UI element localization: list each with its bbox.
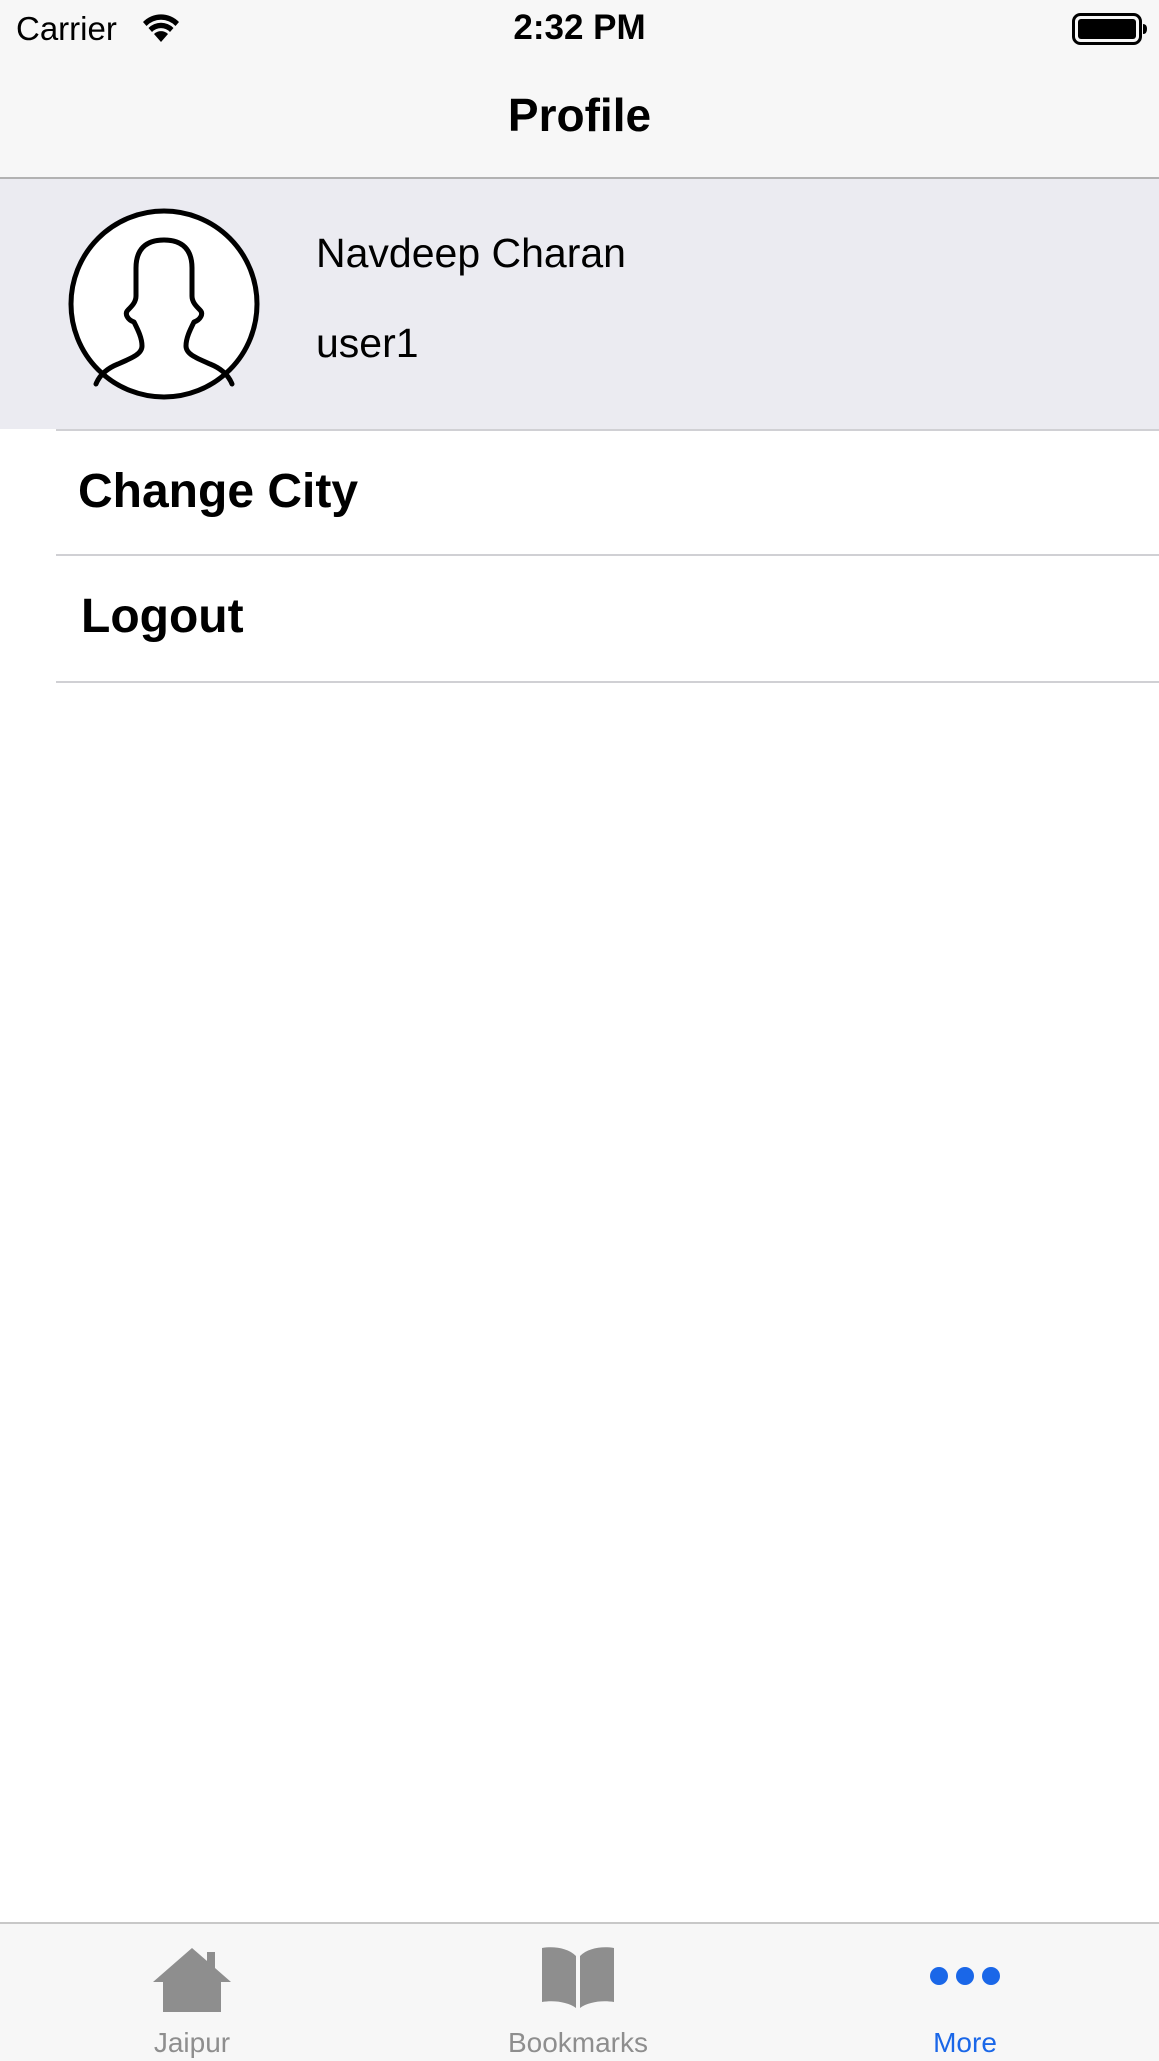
tab-jaipur-label: Jaipur bbox=[153, 2027, 231, 2058]
change-city-label: Change City bbox=[78, 465, 359, 518]
status-bar: Carrier 2:32 PM bbox=[0, 0, 1159, 58]
tab-bookmarks-label: Bookmarks bbox=[507, 2027, 649, 2058]
page-title: Profile bbox=[507, 89, 652, 141]
tab-bookmarks[interactable]: Bookmarks bbox=[428, 1924, 728, 2061]
tab-more[interactable]: More bbox=[815, 1924, 1115, 2061]
tab-bar: Jaipur Bookmarks More bbox=[0, 1922, 1159, 2061]
open-book-icon bbox=[542, 1947, 614, 2008]
battery-icon bbox=[1072, 13, 1147, 45]
more-dots-icon bbox=[930, 1967, 1000, 1985]
clock: 2:32 PM bbox=[513, 8, 646, 47]
user-silhouette-icon bbox=[68, 208, 260, 400]
user-name: Navdeep Charan bbox=[316, 230, 626, 276]
change-city-row[interactable]: Change City bbox=[56, 429, 1159, 556]
username: user1 bbox=[316, 320, 419, 366]
logout-row[interactable]: Logout bbox=[56, 556, 1159, 683]
navigation-bar: Profile bbox=[0, 58, 1159, 179]
tab-more-label: More bbox=[933, 2027, 997, 2058]
profile-header: Navdeep Charan user1 bbox=[0, 179, 1159, 429]
house-icon bbox=[153, 1948, 231, 2012]
logout-label: Logout bbox=[81, 590, 244, 643]
profile-screen: Carrier 2:32 PM Profile Navdeep Charan u… bbox=[0, 0, 1159, 2061]
tab-jaipur[interactable]: Jaipur bbox=[42, 1924, 342, 2061]
profile-menu-list: Change City Logout bbox=[0, 429, 1159, 683]
